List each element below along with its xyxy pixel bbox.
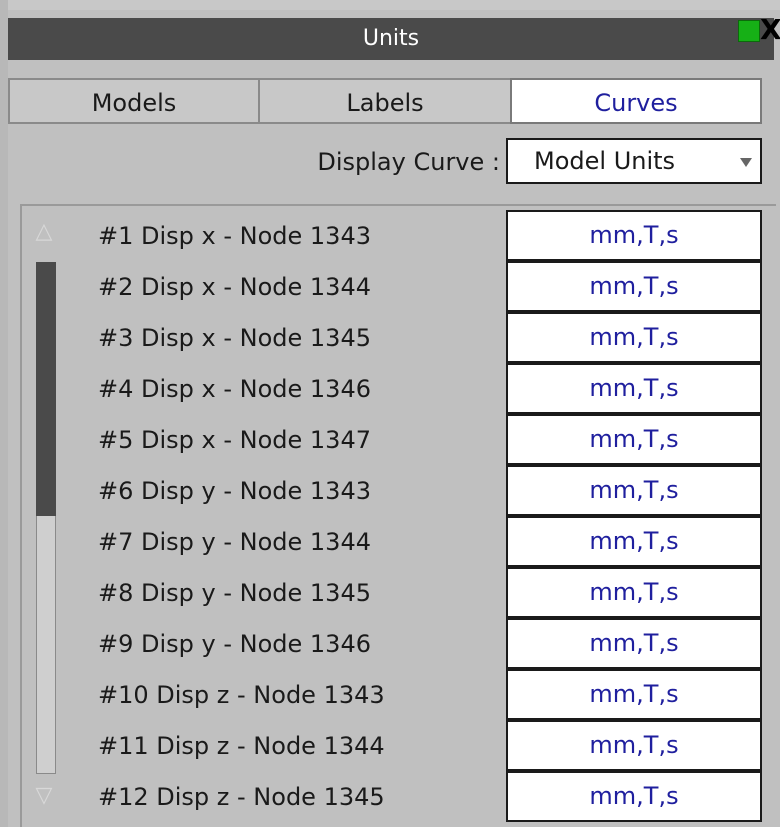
curve-units-field[interactable]: mm,T,s (506, 312, 762, 363)
tab-curves[interactable]: Curves (510, 78, 762, 124)
close-icon[interactable]: X (760, 16, 780, 44)
list-item: #3 Disp x - Node 1345 mm,T,s (0, 312, 780, 363)
curve-label: #4 Disp x - Node 1346 (98, 375, 371, 403)
curve-units-field[interactable]: mm,T,s (506, 261, 762, 312)
list-item: #6 Disp y - Node 1343 mm,T,s (0, 465, 780, 516)
list-item: #1 Disp x - Node 1343 mm,T,s (0, 210, 780, 261)
curve-units-field[interactable]: mm,T,s (506, 210, 762, 261)
curve-label: #3 Disp x - Node 1345 (98, 324, 371, 352)
list-item: #12 Disp z - Node 1345 mm,T,s (0, 771, 780, 822)
display-curve-label: Display Curve : (317, 148, 500, 176)
list-item: #7 Disp y - Node 1344 mm,T,s (0, 516, 780, 567)
curve-units-field[interactable]: mm,T,s (506, 465, 762, 516)
curve-units-field[interactable]: mm,T,s (506, 720, 762, 771)
curve-units-field[interactable]: mm,T,s (506, 516, 762, 567)
curve-units-field[interactable]: mm,T,s (506, 414, 762, 465)
curve-label: #10 Disp z - Node 1343 (98, 681, 385, 709)
list-item: #10 Disp z - Node 1343 mm,T,s (0, 669, 780, 720)
curve-label: #7 Disp y - Node 1344 (98, 528, 371, 556)
curve-label: #9 Disp y - Node 1346 (98, 630, 371, 658)
curve-units-field[interactable]: mm,T,s (506, 567, 762, 618)
tab-labels[interactable]: Labels (258, 78, 512, 124)
green-square-icon[interactable] (738, 20, 760, 42)
list-item: #9 Disp y - Node 1346 mm,T,s (0, 618, 780, 669)
window-title: Units (8, 18, 774, 60)
curve-label: #1 Disp x - Node 1343 (98, 222, 371, 250)
display-curve-value: Model Units (534, 147, 676, 175)
tab-models[interactable]: Models (8, 78, 260, 124)
list-item: #8 Disp y - Node 1345 mm,T,s (0, 567, 780, 618)
display-curve-select[interactable]: Model Units (506, 138, 762, 184)
curve-label: #2 Disp x - Node 1344 (98, 273, 371, 301)
list-item: #5 Disp x - Node 1347 mm,T,s (0, 414, 780, 465)
list-item: #11 Disp z - Node 1344 mm,T,s (0, 720, 780, 771)
curve-label: #12 Disp z - Node 1345 (98, 783, 385, 811)
curve-label: #11 Disp z - Node 1344 (98, 732, 385, 760)
window-top-edge (0, 0, 780, 10)
curve-units-field[interactable]: mm,T,s (506, 363, 762, 414)
curve-label: #5 Disp x - Node 1347 (98, 426, 371, 454)
list-item: #4 Disp x - Node 1346 mm,T,s (0, 363, 780, 414)
list-item: #2 Disp x - Node 1344 mm,T,s (0, 261, 780, 312)
curve-units-field[interactable]: mm,T,s (506, 669, 762, 720)
dropdown-arrow-icon (740, 158, 752, 167)
curve-units-field[interactable]: mm,T,s (506, 771, 762, 822)
curve-units-field[interactable]: mm,T,s (506, 618, 762, 669)
curve-label: #8 Disp y - Node 1345 (98, 579, 371, 607)
curve-label: #6 Disp y - Node 1343 (98, 477, 371, 505)
